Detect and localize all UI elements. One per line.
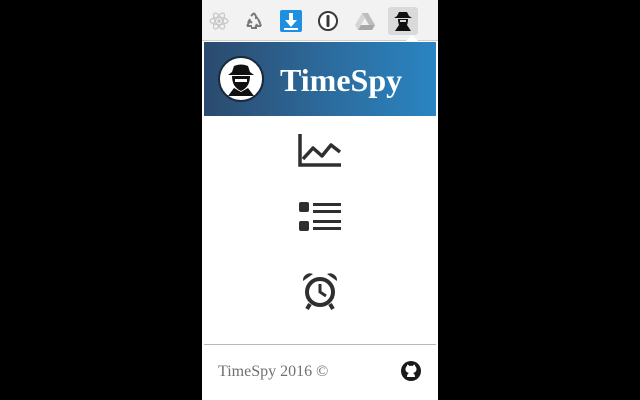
recycle-icon[interactable]	[239, 7, 269, 35]
header-banner: TimeSpy	[204, 42, 436, 116]
google-drive-icon[interactable]	[350, 7, 380, 35]
popup-caret	[405, 35, 419, 42]
extension-panel: TimeSpy TimeSpy 2016 ©	[202, 0, 438, 400]
react-icon[interactable]	[204, 7, 234, 35]
chart-icon	[298, 134, 342, 167]
timespy-extension-icon[interactable]	[388, 7, 418, 35]
timespy-popup: TimeSpy TimeSpy 2016 ©	[204, 35, 436, 400]
download-icon[interactable]	[276, 7, 306, 35]
alarm-button[interactable]	[295, 268, 345, 314]
browser-toolbar	[202, 0, 438, 41]
copyright-text: TimeSpy 2016 ©	[218, 363, 329, 380]
github-icon[interactable]	[400, 360, 422, 382]
spy-logo-icon	[218, 56, 264, 102]
list-icon	[299, 202, 341, 231]
footer-divider	[204, 344, 436, 345]
alarm-clock-icon	[302, 273, 338, 311]
password-manager-icon[interactable]	[313, 7, 343, 35]
list-button[interactable]	[295, 194, 345, 240]
stats-chart-button[interactable]	[295, 127, 345, 173]
app-title: TimeSpy	[280, 62, 403, 98]
